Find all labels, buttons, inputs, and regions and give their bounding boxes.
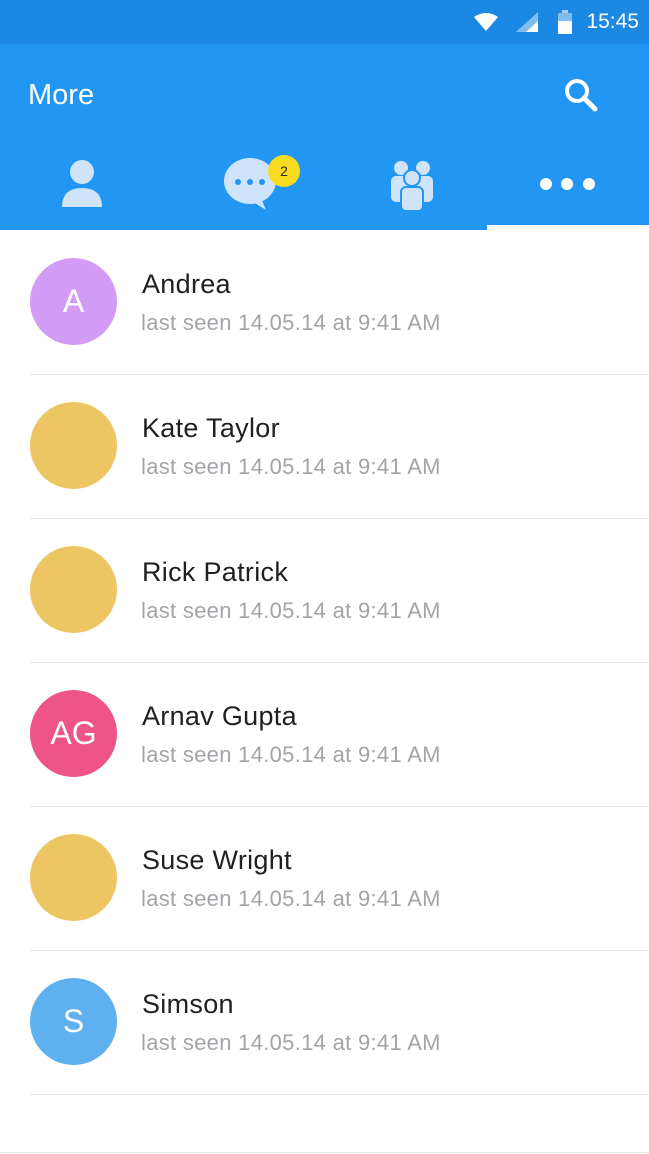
bottom-divider [0, 1152, 649, 1153]
search-button[interactable] [558, 72, 604, 118]
tab-contacts[interactable] [0, 144, 162, 230]
avatar [30, 402, 117, 489]
contact-name: Andrea [142, 269, 231, 299]
last-seen-text: last seen 14.05.14 at 9:41 AM [141, 1030, 441, 1055]
tab-indicator [487, 225, 649, 230]
avatar: S [30, 978, 117, 1065]
contact-row-arnav-gupta[interactable]: AG Arnav Gupta last seen 14.05.14 at 9:4… [0, 663, 649, 807]
contact-row-simson[interactable]: S Simson last seen 14.05.14 at 9:41 AM [0, 951, 649, 1095]
tab-groups[interactable] [324, 144, 486, 230]
last-seen-text: last seen 14.05.14 at 9:41 AM [141, 310, 441, 335]
status-bar: 15:45 [0, 0, 649, 44]
contact-row-rick-patrick[interactable]: Rick Patrick last seen 14.05.14 at 9:41 … [0, 519, 649, 663]
avatar: AG [30, 690, 117, 777]
last-seen-text: last seen 14.05.14 at 9:41 AM [141, 886, 441, 911]
contact-name: Arnav Gupta [142, 701, 297, 731]
tab-chats[interactable] [162, 144, 324, 230]
app-bar: More 2 [0, 44, 649, 230]
last-seen-text: last seen 14.05.14 at 9:41 AM [141, 598, 441, 623]
last-seen-text: last seen 14.05.14 at 9:41 AM [141, 454, 441, 479]
signal-icon [516, 12, 539, 32]
status-icons: 15:45 [474, 0, 639, 44]
contact-name: Kate Taylor [142, 413, 280, 443]
contact-row-andrea[interactable]: A Andrea last seen 14.05.14 at 9:41 AM [0, 231, 649, 375]
contact-list: A Andrea last seen 14.05.14 at 9:41 AM K… [0, 231, 649, 1095]
status-time: 15:45 [586, 10, 639, 33]
page-title: More [28, 79, 95, 111]
battery-icon [558, 10, 573, 34]
contact-name: Simson [142, 989, 234, 1019]
avatar: A [30, 258, 117, 345]
contact-row-suse-wright[interactable]: Suse Wright last seen 14.05.14 at 9:41 A… [0, 807, 649, 951]
contact-name: Suse Wright [142, 845, 292, 875]
unread-badge: 2 [268, 155, 300, 187]
contact-name: Rick Patrick [142, 557, 289, 587]
avatar [30, 834, 117, 921]
contact-row-kate-taylor[interactable]: Kate Taylor last seen 14.05.14 at 9:41 A… [0, 375, 649, 519]
search-icon [558, 79, 604, 122]
wifi-icon [474, 12, 499, 32]
divider [30, 1094, 649, 1095]
last-seen-text: last seen 14.05.14 at 9:41 AM [141, 742, 441, 767]
tab-more[interactable] [487, 144, 649, 230]
avatar [30, 546, 117, 633]
